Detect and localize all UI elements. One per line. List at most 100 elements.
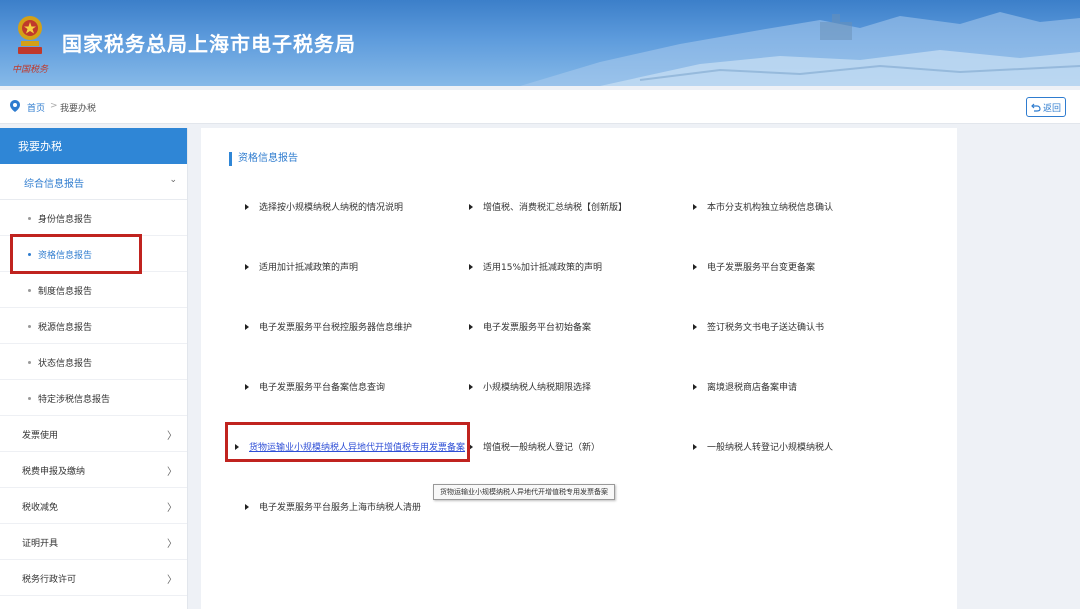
- sidebar-item-label: 税源信息报告: [38, 323, 93, 333]
- sidebar-item-label: 证明开具: [22, 539, 59, 549]
- service-link[interactable]: 选择按小规模纳税人纳税的情况说明: [245, 200, 403, 213]
- service-link-label: 适用加计抵减政策的声明: [259, 263, 359, 273]
- service-link[interactable]: 电子发票服务平台服务上海市纳税人清册: [245, 500, 421, 513]
- bullet-arrow-icon: [469, 323, 473, 330]
- service-link-label: 小规模纳税人纳税期限选择: [483, 383, 592, 393]
- sidebar-group-label: 综合信息报告: [24, 179, 84, 190]
- chevron-right-icon: 〉: [167, 467, 177, 478]
- sidebar-item-system-info[interactable]: 制度信息报告: [0, 272, 187, 308]
- bullet-arrow-icon: [245, 263, 249, 270]
- service-link[interactable]: 电子发票服务平台初始备案: [469, 320, 591, 333]
- bullet-arrow-icon: [245, 323, 249, 330]
- service-link[interactable]: 适用加计抵减政策的声明: [245, 260, 358, 273]
- breadcrumb-home-link[interactable]: 首页: [27, 101, 45, 114]
- service-link-label: 电子发票服务平台变更备案: [707, 263, 816, 273]
- bullet-dot-icon: [28, 289, 31, 292]
- sidebar-item-label: 税收减免: [22, 503, 59, 513]
- sidebar-item-invoice-use[interactable]: 发票使用 〉: [0, 416, 187, 452]
- service-link-label: 增值税、消费税汇总纳税【创新版】: [483, 203, 628, 213]
- service-link-label: 电子发票服务平台服务上海市纳税人清册: [259, 503, 422, 513]
- bullet-arrow-icon: [469, 263, 473, 270]
- bullet-arrow-icon: [235, 443, 239, 450]
- bullet-dot-icon: [28, 325, 31, 328]
- sidebar-item-label: 特定涉税信息报告: [38, 395, 111, 405]
- service-link-label: 增值税一般纳税人登记（新）: [483, 443, 601, 453]
- service-link[interactable]: 增值税一般纳税人登记（新）: [469, 440, 600, 453]
- service-link-label: 本市分支机构独立纳税信息确认: [707, 203, 834, 213]
- sidebar-item-certificates[interactable]: 证明开具 〉: [0, 524, 187, 560]
- service-link[interactable]: 小规模纳税人纳税期限选择: [469, 380, 591, 393]
- service-link-label: 签订税务文书电子送达确认书: [707, 323, 825, 333]
- service-link[interactable]: 增值税、消费税汇总纳税【创新版】: [469, 200, 627, 213]
- bullet-dot-icon: [28, 361, 31, 364]
- service-link[interactable]: 签订税务文书电子送达确认书: [693, 320, 824, 333]
- back-arrow-icon: [1031, 103, 1041, 112]
- breadcrumb-current: 我要办税: [60, 104, 97, 114]
- sidebar-item-label: 税务行政许可: [22, 575, 77, 585]
- back-button[interactable]: 返回: [1026, 97, 1066, 117]
- service-link[interactable]: 电子发票服务平台备案信息查询: [245, 380, 385, 393]
- bullet-dot-icon: [28, 217, 31, 220]
- sidebar-item-label: 身份信息报告: [38, 215, 93, 225]
- sidebar-item-tax-relief[interactable]: 税收减免 〉: [0, 488, 187, 524]
- sidebar-item-admin-license[interactable]: 税务行政许可 〉: [0, 560, 187, 596]
- emblem-caption: 中国税务: [12, 65, 49, 75]
- chevron-right-icon: 〉: [167, 431, 177, 442]
- sidebar-item-tax-source-info[interactable]: 税源信息报告: [0, 308, 187, 344]
- service-link-label: 电子发票服务平台税控服务器信息维护: [259, 323, 413, 333]
- bullet-arrow-icon: [693, 203, 697, 210]
- sidebar: 我要办税 综合信息报告 ⌄ 身份信息报告 资格信息报告 制度信息报告 税源信息报…: [0, 128, 188, 609]
- service-link[interactable]: 本市分支机构独立纳税信息确认: [693, 200, 833, 213]
- sidebar-item-identity-info[interactable]: 身份信息报告: [0, 200, 187, 236]
- bullet-arrow-icon: [245, 203, 249, 210]
- chevron-down-icon: ⌄: [169, 175, 177, 185]
- sidebar-item-qualification-info[interactable]: 资格信息报告: [0, 236, 187, 272]
- service-link[interactable]: 电子发票服务平台变更备案: [693, 260, 815, 273]
- service-link[interactable]: 一般纳税人转登记小规模纳税人: [693, 440, 833, 453]
- service-link-freight-special-invoice[interactable]: 货物运输业小规模纳税人异地代开增值税专用发票备案: [235, 440, 465, 453]
- service-link-label: 适用15%加计抵减政策的声明: [483, 263, 603, 273]
- bullet-arrow-icon: [245, 503, 249, 510]
- site-header: 中国税务 国家税务总局上海市电子税务局: [0, 0, 1080, 86]
- sidebar-item-label: 资格信息报告: [38, 251, 93, 261]
- breadcrumb-separator: >: [50, 101, 58, 111]
- service-link-label: 选择按小规模纳税人纳税的情况说明: [259, 203, 404, 213]
- chevron-right-icon: 〉: [167, 539, 177, 550]
- service-link-label: 货物运输业小规模纳税人异地代开增值税专用发票备案: [249, 443, 466, 453]
- section-title: 资格信息报告: [229, 152, 298, 166]
- bullet-arrow-icon: [469, 383, 473, 390]
- sidebar-group-comprehensive-info[interactable]: 综合信息报告 ⌄: [0, 164, 187, 200]
- hover-tooltip: 货物运输业小规模纳税人异地代开增值税专用发票备案: [433, 484, 615, 500]
- service-link[interactable]: 电子发票服务平台税控服务器信息维护: [245, 320, 412, 333]
- service-link[interactable]: 离境退税商店备案申请: [693, 380, 797, 393]
- sidebar-item-label: 状态信息报告: [38, 359, 93, 369]
- tax-emblem-icon: [18, 16, 42, 54]
- bullet-arrow-icon: [245, 383, 249, 390]
- service-link-label: 电子发票服务平台备案信息查询: [259, 383, 386, 393]
- bullet-arrow-icon: [693, 383, 697, 390]
- bullet-arrow-icon: [693, 443, 697, 450]
- breadcrumb: 首页 > 我要办税: [0, 90, 1080, 124]
- sidebar-item-tax-filing[interactable]: 税费申报及缴纳 〉: [0, 452, 187, 488]
- sidebar-item-label: 发票使用: [22, 431, 59, 441]
- chevron-right-icon: 〉: [167, 503, 177, 514]
- chevron-right-icon: 〉: [167, 575, 177, 586]
- sidebar-item-specific-tax-info[interactable]: 特定涉税信息报告: [0, 380, 187, 416]
- bullet-arrow-icon: [469, 203, 473, 210]
- service-link-label: 电子发票服务平台初始备案: [483, 323, 592, 333]
- bullet-dot-icon: [28, 253, 31, 256]
- service-link-label: 一般纳税人转登记小规模纳税人: [707, 443, 834, 453]
- bullet-arrow-icon: [693, 323, 697, 330]
- bullet-dot-icon: [28, 397, 31, 400]
- service-link[interactable]: 适用15%加计抵减政策的声明: [469, 260, 602, 273]
- back-button-label: 返回: [1042, 103, 1061, 114]
- main-content: 资格信息报告 选择按小规模纳税人纳税的情况说明 增值税、消费税汇总纳税【创新版】…: [201, 128, 957, 609]
- bullet-arrow-icon: [469, 443, 473, 450]
- site-title: 国家税务总局上海市电子税务局: [62, 32, 356, 56]
- sidebar-item-label: 制度信息报告: [38, 287, 93, 297]
- service-link-label: 离境退税商店备案申请: [707, 383, 798, 393]
- sidebar-item-status-info[interactable]: 状态信息报告: [0, 344, 187, 380]
- sidebar-item-label: 税费申报及缴纳: [22, 467, 86, 477]
- location-pin-icon: [10, 100, 20, 112]
- sidebar-header[interactable]: 我要办税: [0, 128, 187, 164]
